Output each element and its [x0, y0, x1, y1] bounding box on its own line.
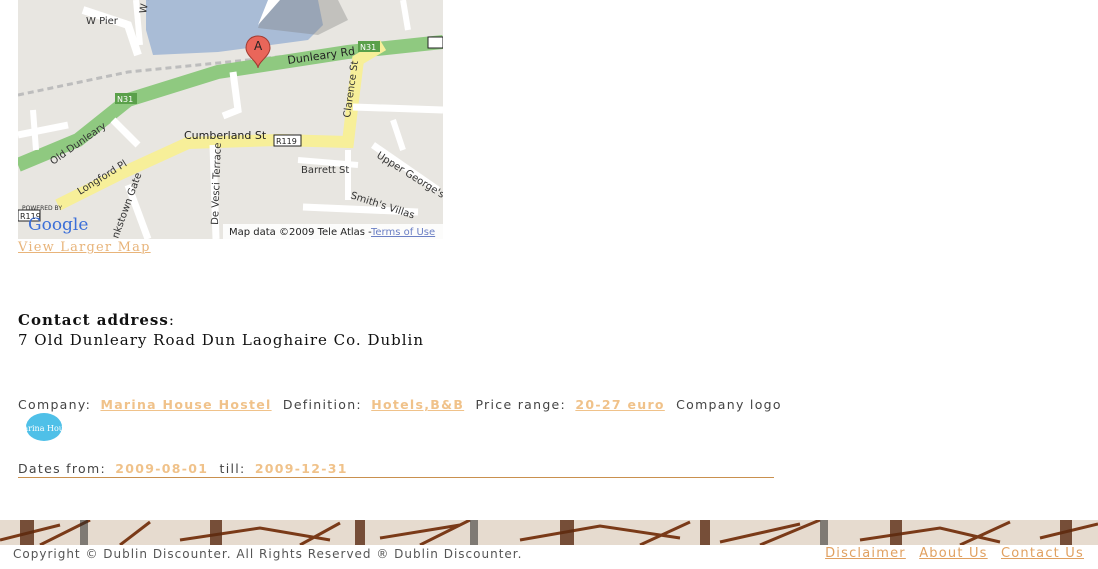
footer-nav: Disclaimer About Us Contact Us — [817, 546, 1084, 561]
company-logo: Marina House — [15, 412, 73, 442]
copyright-text: Copyright © Dublin Discounter. All Right… — [13, 547, 523, 561]
about-us-link[interactable]: About Us — [919, 546, 987, 561]
definition-link[interactable]: Hotels,B&B — [371, 397, 464, 412]
contact-section: Contact address: 7 Old Dunleary Road Dun… — [18, 310, 424, 350]
map-marker-letter: A — [254, 39, 263, 53]
map-label-barrett-st: Barrett St — [301, 165, 349, 176]
map-shield-n31-b: N31 — [117, 95, 133, 104]
till-label: till: — [219, 461, 246, 476]
view-larger-map-link[interactable]: View Larger Map — [18, 240, 151, 255]
map-canvas[interactable]: W Pier W Pi Dunleary Rd N31 N31 Clarence… — [18, 0, 443, 239]
map-shield-n31-a: N31 — [360, 43, 376, 52]
listing-info: Company: Marina House Hostel Definition:… — [18, 397, 782, 412]
divider — [18, 477, 774, 478]
price-link[interactable]: 20-27 euro — [575, 397, 664, 412]
map-powered-by: POWERED BY — [22, 205, 62, 212]
footer-banner-image — [0, 520, 1098, 545]
embedded-map[interactable]: W Pier W Pi Dunleary Rd N31 N31 Clarence… — [18, 0, 443, 239]
company-logo-label: Company logo — [676, 397, 782, 412]
map-label-cumberland-st: Cumberland St — [184, 129, 267, 142]
company-label: Company: — [18, 397, 92, 412]
contact-us-link[interactable]: Contact Us — [1001, 546, 1084, 561]
company-logo-text: Marina House — [20, 424, 68, 433]
contact-address: 7 Old Dunleary Road Dun Laoghaire Co. Du… — [18, 331, 424, 349]
dates-row: Dates from: 2009-08-01 till: 2009-12-31 — [18, 461, 354, 476]
company-link[interactable]: Marina House Hostel — [100, 397, 271, 412]
map-attribution: Map data ©2009 Tele Atlas - — [229, 227, 372, 238]
map-label-w-pier: W Pier — [86, 16, 119, 27]
terms-of-use-link[interactable]: Terms of Use — [370, 227, 435, 238]
disclaimer-link[interactable]: Disclaimer — [825, 546, 906, 561]
map-shield-r119-a: R119 — [276, 137, 297, 146]
google-logo[interactable]: Google — [28, 215, 88, 235]
date-till-value: 2009-12-31 — [254, 461, 348, 476]
contact-label-colon: : — [168, 311, 175, 329]
definition-label: Definition: — [282, 397, 362, 412]
date-from-value: 2009-08-01 — [115, 461, 209, 476]
contact-label: Contact address — [18, 311, 169, 329]
dates-from-label: Dates from: — [18, 461, 106, 476]
price-label: Price range: — [475, 397, 567, 412]
